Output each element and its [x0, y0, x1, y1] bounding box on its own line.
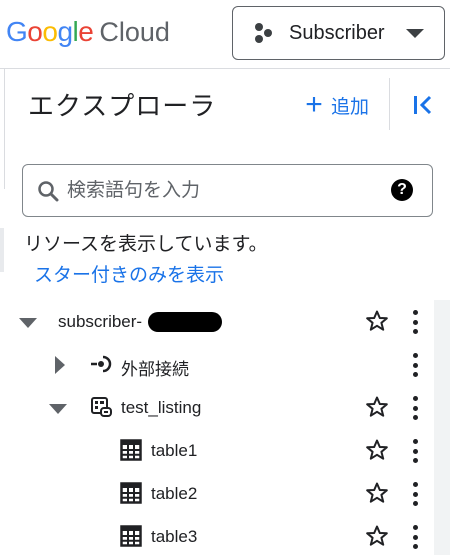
search-box[interactable]: ? — [22, 164, 433, 217]
star-icon[interactable] — [365, 438, 389, 462]
search-icon — [38, 180, 59, 201]
project-node-label: subscriber- — [58, 312, 143, 331]
tree-row-table[interactable]: table2 — [0, 472, 450, 515]
tree-row-project[interactable]: subscriber- — [0, 300, 450, 343]
table-icon — [120, 439, 142, 461]
expand-toggle-icon[interactable] — [19, 318, 37, 328]
google-wordmark: Google — [6, 16, 94, 47]
star-icon[interactable] — [365, 481, 389, 505]
linked-dataset-icon — [91, 397, 112, 417]
project-name: Subscriber — [289, 21, 385, 44]
more-vert-icon[interactable] — [408, 482, 422, 506]
table-icon — [120, 525, 142, 547]
dataset-label: test_listing — [121, 398, 202, 417]
chevron-down-icon — [406, 29, 424, 38]
tree-row-dataset[interactable]: test_listing — [0, 386, 450, 429]
add-button-label: 追加 — [331, 96, 370, 118]
project-dots-icon — [253, 22, 275, 44]
header-separator — [389, 78, 390, 130]
more-vert-icon[interactable] — [408, 525, 422, 549]
expand-toggle-icon[interactable] — [49, 404, 67, 414]
panel-edge-marker — [0, 228, 4, 272]
expand-toggle-icon[interactable] — [55, 356, 65, 374]
more-vert-icon[interactable] — [408, 310, 422, 334]
table-icon — [120, 482, 142, 504]
cloud-wordmark: Cloud — [99, 16, 170, 47]
project-picker-button[interactable]: Subscriber — [232, 6, 445, 60]
collapse-panel-button[interactable] — [410, 92, 436, 118]
help-icon[interactable]: ? — [391, 179, 413, 201]
star-icon[interactable] — [365, 524, 389, 548]
star-icon[interactable] — [365, 395, 389, 419]
tree-row-table[interactable]: table3 — [0, 515, 450, 555]
resources-notice: リソースを表示しています。 — [24, 234, 268, 255]
scrollbar-track[interactable] — [434, 300, 450, 555]
star-icon[interactable] — [365, 309, 389, 333]
more-vert-icon[interactable] — [408, 353, 422, 377]
table-label: table1 — [151, 441, 198, 460]
external-connection-icon — [91, 355, 112, 373]
plus-icon: + — [305, 88, 323, 121]
panel-left-border — [4, 69, 5, 189]
more-vert-icon[interactable] — [408, 396, 422, 420]
search-input[interactable] — [67, 179, 377, 202]
tree-row-external-connections[interactable]: 外部接続 — [0, 343, 450, 386]
google-cloud-logo[interactable]: Google Cloud — [6, 14, 170, 50]
redacted-text — [148, 312, 222, 332]
table-label: table2 — [151, 484, 198, 503]
collapse-left-icon — [414, 95, 432, 115]
header-divider — [0, 68, 450, 69]
more-vert-icon[interactable] — [408, 439, 422, 463]
table-label: table3 — [151, 527, 198, 546]
external-connections-label: 外部接続 — [121, 360, 189, 379]
tree-row-table[interactable]: table1 — [0, 429, 450, 472]
show-starred-only-link[interactable]: スター付きのみを表示 — [34, 260, 224, 287]
add-button[interactable]: + 追加 — [303, 90, 369, 120]
explorer-title: エクスプローラ — [28, 91, 217, 121]
